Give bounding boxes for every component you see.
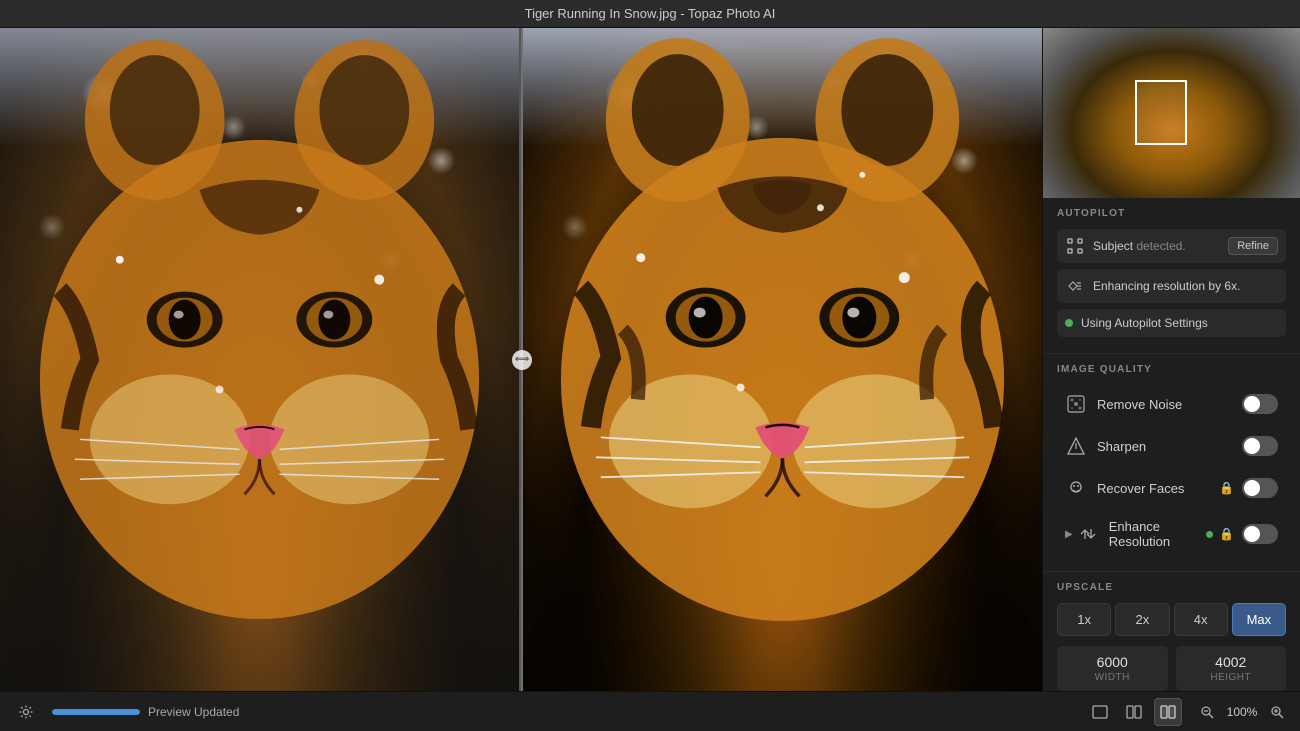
right-panel: AUTOPILOT Subject detected. Refine	[1042, 28, 1300, 691]
upscale-options: 1x 2x 4x Max	[1057, 603, 1286, 636]
settings-label: Using Autopilot Settings	[1081, 316, 1278, 330]
resolution-label: Enhancing resolution by 6x.	[1093, 279, 1278, 293]
window-title: Tiger Running In Snow.jpg - Topaz Photo …	[525, 6, 776, 21]
progress-label: Preview Updated	[148, 705, 239, 719]
after-image	[523, 28, 1042, 691]
remove-noise-toggle[interactable]	[1242, 394, 1278, 414]
remove-noise-label: Remove Noise	[1097, 397, 1242, 412]
width-label: Width	[1067, 672, 1158, 683]
recover-faces-label: Recover Faces	[1097, 481, 1219, 496]
toolbar-left	[12, 698, 40, 726]
upscale-2x-button[interactable]: 2x	[1115, 603, 1169, 636]
split-divider[interactable]: ⟺	[521, 28, 523, 691]
sharpen-icon	[1065, 435, 1087, 457]
upscale-max-button[interactable]: Max	[1232, 603, 1286, 636]
height-label: Height	[1186, 672, 1277, 683]
upscale-1x-button[interactable]: 1x	[1057, 603, 1111, 636]
autopilot-title: AUTOPILOT	[1057, 208, 1286, 219]
upscale-title: UPSCALE	[1057, 582, 1286, 593]
single-view-left-button[interactable]	[1086, 698, 1114, 726]
thumbnail-area	[1043, 28, 1300, 198]
subject-detected-row: Subject detected. Refine	[1057, 229, 1286, 263]
sharpen-label: Sharpen	[1097, 439, 1242, 454]
upscale-4x-button[interactable]: 4x	[1174, 603, 1228, 636]
enhance-resolution-label: Enhance Resolution	[1109, 519, 1206, 549]
tiger-face-after	[523, 28, 1042, 691]
tiger-face-before	[0, 28, 519, 691]
sharpen-row: Sharpen	[1057, 427, 1286, 465]
resolution-icon	[1065, 276, 1085, 296]
titlebar: Tiger Running In Snow.jpg - Topaz Photo …	[0, 0, 1300, 28]
expand-arrow-icon[interactable]: ▶	[1065, 529, 1073, 540]
width-box: 6000 Width	[1057, 646, 1168, 691]
resolution-row: Enhancing resolution by 6x.	[1057, 269, 1286, 303]
zoom-out-button[interactable]	[1196, 701, 1218, 723]
thumbnail-selection[interactable]	[1135, 80, 1187, 145]
main-area: ⟺	[0, 28, 1300, 691]
recover-faces-icon	[1065, 477, 1087, 499]
height-box: 4002 Height	[1176, 646, 1287, 691]
bottom-toolbar: Preview Updated	[0, 691, 1300, 731]
subject-label: Subject detected.	[1093, 239, 1228, 253]
enhance-resolution-toggle[interactable]	[1242, 524, 1278, 544]
subject-icon	[1065, 236, 1085, 256]
image-quality-section: IMAGE QUALITY Remove Noise	[1043, 354, 1300, 572]
image-quality-title: IMAGE QUALITY	[1057, 364, 1286, 375]
enhance-resolution-icon	[1077, 523, 1099, 545]
enhance-resolution-lock-icon: 🔒	[1219, 527, 1234, 541]
remove-noise-row: Remove Noise	[1057, 385, 1286, 423]
split-view-button[interactable]	[1154, 698, 1182, 726]
recover-faces-lock-icon: 🔒	[1219, 481, 1234, 495]
autopilot-settings-row: Using Autopilot Settings	[1057, 309, 1286, 337]
enhance-resolution-status-dot	[1206, 531, 1213, 538]
recover-faces-row: Recover Faces 🔒	[1057, 469, 1286, 507]
height-value: 4002	[1186, 654, 1277, 670]
detected-text: detected.	[1136, 239, 1185, 253]
recover-faces-toggle[interactable]	[1242, 478, 1278, 498]
upscale-section: UPSCALE 1x 2x 4x Max 6000 Width 4002 Hei…	[1043, 572, 1300, 691]
zoom-in-button[interactable]	[1266, 701, 1288, 723]
before-image	[0, 28, 521, 691]
width-value: 6000	[1067, 654, 1158, 670]
enhance-resolution-row: ▶ Enhance Resolution 🔒	[1057, 511, 1286, 557]
refine-button[interactable]: Refine	[1228, 237, 1278, 255]
autopilot-section: AUTOPILOT Subject detected. Refine	[1043, 198, 1300, 354]
remove-noise-icon	[1065, 393, 1087, 415]
progress-fill	[52, 709, 140, 715]
split-handle[interactable]: ⟺	[512, 350, 532, 370]
zoom-control: 100%	[1196, 701, 1288, 723]
sharpen-toggle[interactable]	[1242, 436, 1278, 456]
dimension-row: 6000 Width 4002 Height	[1057, 646, 1286, 691]
toolbar-right: 100%	[1086, 698, 1288, 726]
green-status-dot	[1065, 319, 1073, 327]
image-panel: ⟺	[0, 28, 1042, 691]
zoom-value: 100%	[1222, 705, 1262, 719]
single-view-right-button[interactable]	[1120, 698, 1148, 726]
progress-container: Preview Updated	[52, 705, 1074, 719]
settings-gear-button[interactable]	[12, 698, 40, 726]
progress-bar	[52, 709, 140, 715]
